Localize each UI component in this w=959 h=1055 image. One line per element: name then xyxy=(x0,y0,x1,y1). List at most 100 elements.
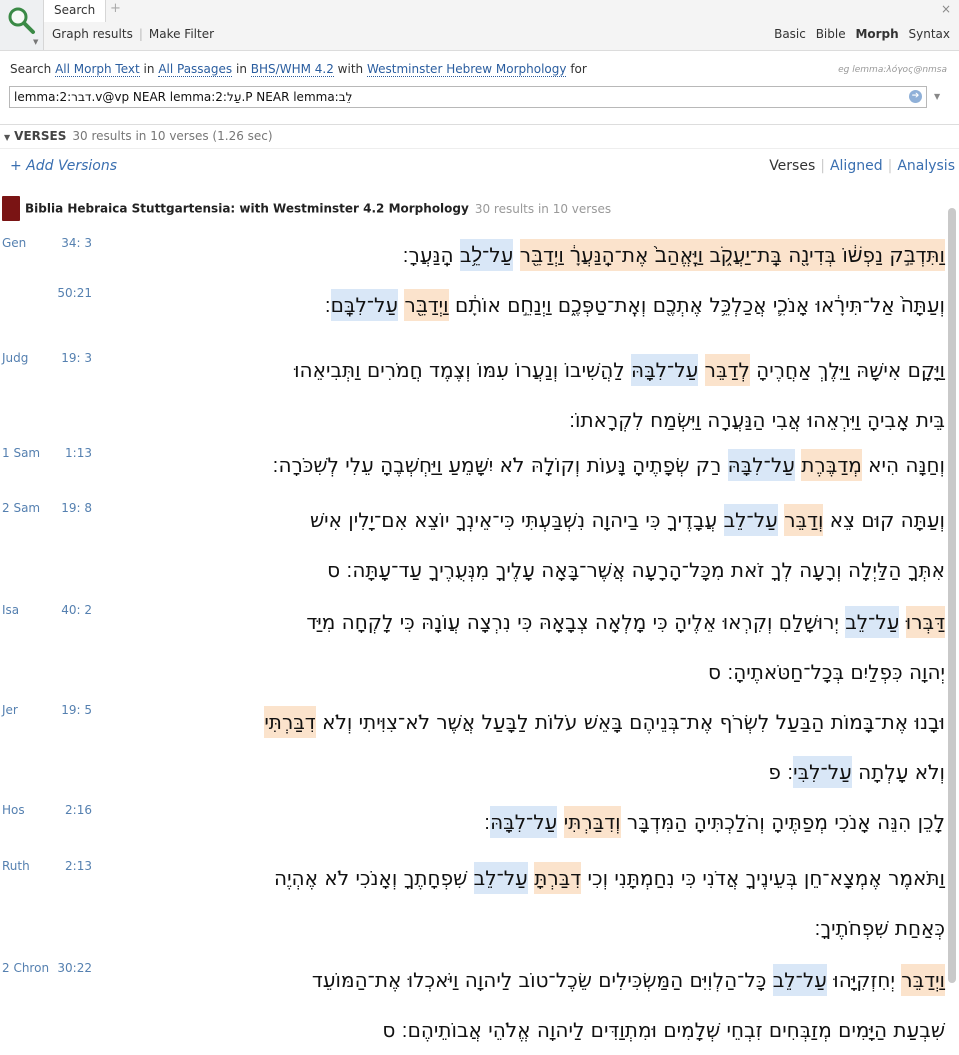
verse-text-line[interactable]: אִתְּךָ הַלַּיְלָה וְרָעָה לְךָ זֹאת מִכ… xyxy=(105,545,945,595)
verse-text-line[interactable]: וְלֹא עָלְתָה עַל־לִבִּי׃ פ xyxy=(105,747,945,797)
verse-text-line[interactable]: וְעַתָּה קוּם צֵא וְדַבֵּר עַל־לֵב עֲבָד… xyxy=(105,495,945,545)
verse-reference[interactable]: 30:22 xyxy=(0,961,92,975)
query-text: lemma:2:דבר.v@vp NEAR lemma:2:עַל.P NEAR… xyxy=(14,90,353,104)
verse-text-line[interactable]: בֵּית אָבִיהָ וַיִּרְאֵהוּ אֲבִי הַנַּעֲ… xyxy=(105,395,945,445)
search-panel-icon[interactable]: ▼ xyxy=(0,0,44,50)
hit-dabar-highlight[interactable]: דִבַּרְתִּי xyxy=(264,706,316,738)
verse-text-line[interactable]: וְעַתָּה֙ אַל־תִּירָ֔אוּ אָנֹכִ֛י אֲכַלְ… xyxy=(105,280,945,330)
collapse-triangle-icon[interactable]: ▼ xyxy=(4,133,10,142)
result-stats: 30 results in 10 verses (1.26 sec) xyxy=(72,129,273,143)
add-versions-button[interactable]: + Add Versions xyxy=(10,158,117,174)
verse-text-segment: וַתֹּאמֶר אֶמְצָא־חֵן בְּעֵינֶיךָ אֲדֹנִ… xyxy=(581,866,945,890)
panel-menu-chevron-icon[interactable]: ▼ xyxy=(33,38,38,46)
scrollbar[interactable] xyxy=(948,208,956,983)
verse-text-segment: וְעַתָּה קוּם צֵא xyxy=(823,508,945,532)
hit-dabar-highlight[interactable]: וַיְדַבֵּ֖ר xyxy=(404,289,449,321)
divider: | xyxy=(138,27,143,41)
hit-lev-highlight[interactable]: עַל־לֵ֥ב xyxy=(459,239,514,271)
history-chevron-down-icon[interactable]: ▼ xyxy=(934,92,940,101)
hit-lev-highlight[interactable]: עַל־לִבִּי xyxy=(793,756,852,788)
verse-text-segment: כָּל־הַלְוִיִּם הַמַּשְׂכִּילִים שֵׂכֶל־… xyxy=(311,968,773,992)
resource-count: 30 results in 10 verses xyxy=(474,201,612,216)
verse-reference[interactable]: 2:16 xyxy=(0,803,92,817)
hit-dabar-highlight[interactable]: וַיְדַבֵּר xyxy=(901,964,945,996)
verse-text-segment: רַק שְׂפָתֶיהָ נָּעוֹת וְקוֹלָהּ לֹא יִש… xyxy=(272,453,728,477)
hit-dabar-highlight[interactable]: וְדִבַּרְתִּי xyxy=(563,806,621,838)
verse-text-segment: שִׁבְעַת הַיָּמִים מְזַבְּחִים זִבְחֵי ש… xyxy=(382,1018,945,1042)
hit-dabar-highlight[interactable]: וְדַבֵּר xyxy=(784,504,824,536)
verse-text-line[interactable]: וַתִּדְבַּ֣ק נַפְשׁ֔וֹ בְּדִינָ֖ה בַּֽת־… xyxy=(105,230,945,280)
verse-text-line[interactable]: וַיָּקָם אִישָׁהּ וַיֵּלֶךְ אַחֲרֶיהָ לְ… xyxy=(105,345,945,395)
passages-link[interactable]: All Passages xyxy=(158,62,233,77)
verse-row: 2 Chron 30:22 וַיְדַבֵּר יְחִזְקִיָּהוּ עַ… xyxy=(0,955,945,1055)
verse-text-line[interactable]: שִׁבְעַת הַיָּמִים מְזַבְּחִים זִבְחֵי ש… xyxy=(105,1005,945,1055)
verse-text-line[interactable]: לָכֵן הִנֵּה אָנֹכִי מְפַתֶּיהָ וְהֹלַכְ… xyxy=(105,797,945,847)
verse-reference[interactable]: 34: 3 xyxy=(0,236,92,250)
hit-lev-highlight[interactable]: עַל־לֵב xyxy=(473,862,528,894)
tab-syntax[interactable]: Syntax xyxy=(909,27,950,41)
resource-title[interactable]: Biblia Hebraica Stuttgartensia: with Wes… xyxy=(25,202,469,216)
verse-text-line[interactable]: וְחַנָּה הִיא מְדַבֶּרֶת עַל־לִבָּהּ רַק… xyxy=(105,440,945,490)
tab-morph[interactable]: Morph xyxy=(855,27,898,41)
tab-search[interactable]: Search xyxy=(44,0,106,22)
verse-text-line[interactable]: וּבָנוּ אֶת־בָּמוֹת הַבַּעַל לִשְׂרֹף אֶ… xyxy=(105,697,945,747)
verse-text-line[interactable]: וַיְדַבֵּר יְחִזְקִיָּהוּ עַל־לֵב כָּל־ה… xyxy=(105,955,945,1005)
verse-text-segment: וְלֹא עָלְתָה xyxy=(851,760,945,784)
tab-bible[interactable]: Bible xyxy=(816,27,846,41)
verse-text-segment: וְעַתָּה֙ אַל־תִּירָ֔אוּ אָנֹכִ֛י אֲכַלְ… xyxy=(454,293,945,317)
verse-text-line[interactable]: כְּאַחַת שִׁפְחֹתֶיךָ׃ xyxy=(105,903,946,953)
verse-text-segment: שִׁפְחָתֶךָ וְאָנֹכִי לֹא אֶהְיֶה xyxy=(274,866,474,890)
morphology-link[interactable]: Westminster Hebrew Morphology xyxy=(366,62,567,77)
hit-lev-highlight[interactable]: עַל־לִבָּהּ xyxy=(727,449,795,481)
hit-dabar-highlight[interactable]: דִבַּרְתָּ xyxy=(534,862,582,894)
hit-lev-highlight[interactable]: עַל־לִבָּהּ xyxy=(631,354,699,386)
search-mode-tabs: Basic Bible Morph Syntax xyxy=(768,27,950,41)
hit-dabar-highlight[interactable]: לְדַבֵּר xyxy=(704,354,750,386)
hit-dabar-highlight[interactable]: מְדַבֶּרֶת xyxy=(801,449,862,481)
top-toolbar: ▼ Search + × Graph results | Make Filter B… xyxy=(0,0,959,51)
scope-link[interactable]: All Morph Text xyxy=(55,62,140,77)
tab-analysis[interactable]: Analysis xyxy=(897,158,955,174)
verse-text-segment xyxy=(557,810,563,834)
hit-lev-highlight[interactable]: עַל־לִבָּֽם xyxy=(330,289,399,321)
hit-lev-highlight[interactable]: עַל־לִבָּהּ xyxy=(490,806,558,838)
tab-basic[interactable]: Basic xyxy=(774,27,806,41)
verse-text-line[interactable]: וַתֹּאמֶר אֶמְצָא־חֵן בְּעֵינֶיךָ אֲדֹנִ… xyxy=(105,853,945,903)
go-arrow-icon[interactable]: ➔ xyxy=(909,90,922,103)
add-tab-icon[interactable]: + xyxy=(110,1,121,16)
verse-reference[interactable]: 19: 5 xyxy=(0,703,92,717)
verse-reference[interactable]: 19: 3 xyxy=(0,351,92,365)
hit-dabar-highlight[interactable]: וַתִּדְבַּ֣ק נַפְשׁ֔וֹ בְּדִינָ֖ה בַּֽת־… xyxy=(519,239,945,271)
close-icon[interactable]: × xyxy=(941,2,951,16)
verse-text-line[interactable]: יְהוָה כִּפְלַיִם בְּכָל־חַטֹּאתֶיהָ׃ ס xyxy=(105,647,945,697)
verse-text-segment: לַהֲשִׁיבוֹ וְנַעֲרוֹ עִמּוֹ וְצֶמֶד חֲמ… xyxy=(294,358,632,382)
verses-section-header[interactable]: ▼ VERSES 30 results in 10 verses (1.26 sec… xyxy=(0,124,959,149)
verse-text-segment: יְחִזְקִיָּהוּ xyxy=(826,968,902,992)
verse-reference[interactable]: 19: 8 xyxy=(0,501,92,515)
result-view-tabs: Verses | Aligned | Analysis xyxy=(769,158,955,174)
search-input[interactable]: lemma:2:דבר.v@vp NEAR lemma:2:עַל.P NEAR… xyxy=(9,86,927,108)
make-filter-button[interactable]: Make Filter xyxy=(149,27,214,41)
version-link[interactable]: BHS/WHM 4.2 xyxy=(250,62,334,77)
verse-reference[interactable]: 40: 2 xyxy=(0,603,92,617)
resource-header: Biblia Hebraica Stuttgartensia: with Wes… xyxy=(2,196,611,221)
hit-lev-highlight[interactable]: עַל־לֵב xyxy=(845,606,900,638)
verse-row: Jer 19: 5 וּבָנוּ אֶת־בָּמוֹת הַבַּעַל לִש… xyxy=(0,697,945,797)
verse-reference[interactable]: 1:13 xyxy=(0,446,92,460)
verse-reference[interactable]: 50:21 xyxy=(0,286,92,300)
graph-results-button[interactable]: Graph results xyxy=(52,27,133,41)
verse-text-line[interactable]: דַּבְּרוּ עַל־לֵב יְרוּשָׁלַםִ וְקִרְאוּ… xyxy=(105,597,945,647)
book-cover-icon[interactable] xyxy=(2,196,20,221)
verse-row: Judg 19: 3 וַיָּקָם אִישָׁהּ וַיֵּלֶךְ אַח… xyxy=(0,345,945,445)
tab-verses[interactable]: Verses xyxy=(769,158,815,174)
verse-text-segment xyxy=(513,243,519,267)
search-description: Search All Morph Text in All Passages in… xyxy=(10,62,587,77)
verse-text-segment: יְרוּשָׁלַםִ וְקִרְאוּ אֵלֶיהָ כִּי מָלְ… xyxy=(306,610,846,634)
tab-aligned[interactable]: Aligned xyxy=(830,158,883,174)
hit-lev-highlight[interactable]: עַל־לֵב xyxy=(772,964,827,996)
verse-text-segment: וַיָּקָם אִישָׁהּ וַיֵּלֶךְ אַחֲרֶיהָ xyxy=(749,358,945,382)
verse-text-segment: יְהוָה כִּפְלַיִם בְּכָל־חַטֹּאתֶיהָ׃ ס xyxy=(708,660,945,684)
hit-lev-highlight[interactable]: עַל־לֵב xyxy=(723,504,778,536)
hit-dabar-highlight[interactable]: דַּבְּרוּ xyxy=(905,606,945,638)
verse-reference[interactable]: 2:13 xyxy=(0,859,92,873)
